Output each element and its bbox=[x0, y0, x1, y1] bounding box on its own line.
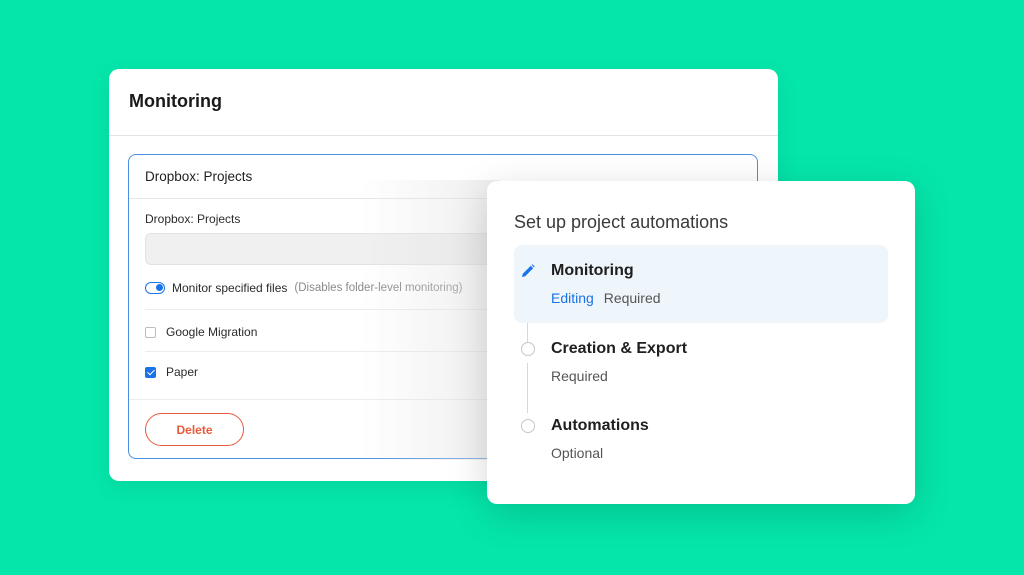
toggle-label: Monitor specified files bbox=[172, 281, 288, 295]
requirement-label: Required bbox=[551, 368, 608, 384]
list-item[interactable]: Paper bbox=[145, 365, 198, 379]
panel-title: Set up project automations bbox=[514, 212, 729, 232]
editing-status: Editing bbox=[551, 290, 594, 306]
requirement-label: Optional bbox=[551, 445, 604, 461]
toggle-note: (Disables folder-level monitoring) bbox=[294, 282, 463, 294]
circle-icon bbox=[521, 342, 535, 356]
checkbox[interactable] bbox=[145, 326, 156, 338]
field-label: Dropbox: Projects bbox=[145, 212, 241, 226]
circle-icon bbox=[521, 419, 535, 433]
step-status: Editing Required bbox=[551, 290, 661, 306]
item-label: Google Migration bbox=[166, 325, 258, 339]
divider bbox=[109, 135, 778, 136]
step-creation-export[interactable]: Creation & Export Required bbox=[514, 323, 888, 401]
delete-button[interactable]: Delete bbox=[145, 413, 244, 446]
step-name: Creation & Export bbox=[551, 340, 688, 357]
step-monitoring[interactable]: Monitoring Editing Required bbox=[514, 245, 888, 323]
toggle-switch[interactable] bbox=[145, 282, 165, 294]
step-automations[interactable]: Automations Optional bbox=[514, 400, 888, 478]
step-name: Automations bbox=[551, 417, 649, 434]
panel-title: Monitoring bbox=[129, 91, 222, 111]
pencil-icon bbox=[522, 264, 535, 277]
monitor-files-toggle-row[interactable]: Monitor specified files (Disables folder… bbox=[145, 281, 462, 295]
automation-panel: Set up project automations Monitoring Ed… bbox=[487, 181, 915, 504]
item-label: Paper bbox=[166, 365, 199, 379]
requirement-label: Required bbox=[603, 290, 661, 306]
step-name: Monitoring bbox=[551, 262, 634, 279]
checkbox[interactable] bbox=[145, 366, 156, 378]
list-item[interactable]: Google Migration bbox=[145, 325, 257, 339]
